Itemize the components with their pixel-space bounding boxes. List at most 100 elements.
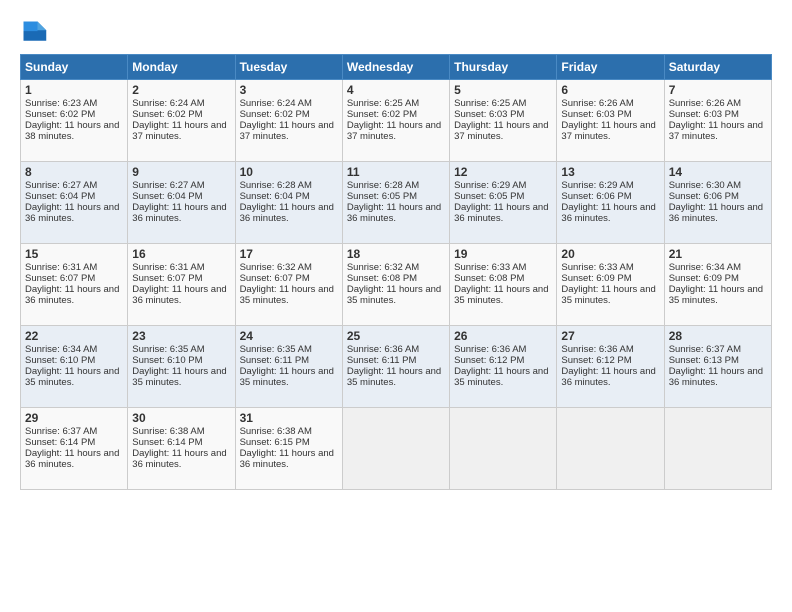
weekday-header-saturday: Saturday <box>664 55 771 80</box>
calendar-cell <box>450 408 557 490</box>
sunset-text: Sunset: 6:12 PM <box>561 355 631 366</box>
calendar-cell: 21Sunrise: 6:34 AMSunset: 6:09 PMDayligh… <box>664 244 771 326</box>
sunset-text: Sunset: 6:02 PM <box>25 109 95 120</box>
calendar-cell: 25Sunrise: 6:36 AMSunset: 6:11 PMDayligh… <box>342 326 449 408</box>
calendar-week-row: 1Sunrise: 6:23 AMSunset: 6:02 PMDaylight… <box>21 80 772 162</box>
sunrise-text: Sunrise: 6:27 AM <box>132 180 204 191</box>
sunset-text: Sunset: 6:06 PM <box>561 191 631 202</box>
sunrise-text: Sunrise: 6:26 AM <box>561 98 633 109</box>
daylight-text: Daylight: 11 hours and 36 minutes. <box>454 202 548 224</box>
calendar-cell: 23Sunrise: 6:35 AMSunset: 6:10 PMDayligh… <box>128 326 235 408</box>
day-number: 31 <box>240 411 338 425</box>
daylight-text: Daylight: 11 hours and 35 minutes. <box>347 366 441 388</box>
sunrise-text: Sunrise: 6:25 AM <box>347 98 419 109</box>
sunset-text: Sunset: 6:11 PM <box>240 355 310 366</box>
calendar-cell: 30Sunrise: 6:38 AMSunset: 6:14 PMDayligh… <box>128 408 235 490</box>
sunrise-text: Sunrise: 6:24 AM <box>240 98 312 109</box>
sunset-text: Sunset: 6:04 PM <box>132 191 202 202</box>
sunset-text: Sunset: 6:06 PM <box>669 191 739 202</box>
sunrise-text: Sunrise: 6:34 AM <box>669 262 741 273</box>
day-number: 3 <box>240 83 338 97</box>
sunrise-text: Sunrise: 6:36 AM <box>347 344 419 355</box>
sunrise-text: Sunrise: 6:29 AM <box>561 180 633 191</box>
calendar-week-row: 22Sunrise: 6:34 AMSunset: 6:10 PMDayligh… <box>21 326 772 408</box>
daylight-text: Daylight: 11 hours and 35 minutes. <box>561 284 655 306</box>
sunrise-text: Sunrise: 6:35 AM <box>240 344 312 355</box>
day-number: 12 <box>454 165 552 179</box>
sunset-text: Sunset: 6:08 PM <box>347 273 417 284</box>
daylight-text: Daylight: 11 hours and 37 minutes. <box>347 120 441 142</box>
daylight-text: Daylight: 11 hours and 36 minutes. <box>25 448 119 470</box>
sunrise-text: Sunrise: 6:37 AM <box>25 426 97 437</box>
day-number: 25 <box>347 329 445 343</box>
sunrise-text: Sunrise: 6:29 AM <box>454 180 526 191</box>
sunrise-text: Sunrise: 6:32 AM <box>240 262 312 273</box>
sunrise-text: Sunrise: 6:27 AM <box>25 180 97 191</box>
daylight-text: Daylight: 11 hours and 35 minutes. <box>132 366 226 388</box>
sunset-text: Sunset: 6:07 PM <box>25 273 95 284</box>
calendar-cell: 15Sunrise: 6:31 AMSunset: 6:07 PMDayligh… <box>21 244 128 326</box>
sunset-text: Sunset: 6:08 PM <box>454 273 524 284</box>
daylight-text: Daylight: 11 hours and 36 minutes. <box>132 284 226 306</box>
sunset-text: Sunset: 6:14 PM <box>25 437 95 448</box>
calendar-cell: 2Sunrise: 6:24 AMSunset: 6:02 PMDaylight… <box>128 80 235 162</box>
header <box>20 18 772 46</box>
calendar-header-row: SundayMondayTuesdayWednesdayThursdayFrid… <box>21 55 772 80</box>
weekday-header-monday: Monday <box>128 55 235 80</box>
day-number: 23 <box>132 329 230 343</box>
sunrise-text: Sunrise: 6:33 AM <box>561 262 633 273</box>
calendar-week-row: 15Sunrise: 6:31 AMSunset: 6:07 PMDayligh… <box>21 244 772 326</box>
calendar-cell: 4Sunrise: 6:25 AMSunset: 6:02 PMDaylight… <box>342 80 449 162</box>
logo <box>20 18 52 46</box>
sunrise-text: Sunrise: 6:31 AM <box>25 262 97 273</box>
daylight-text: Daylight: 11 hours and 36 minutes. <box>669 202 763 224</box>
sunset-text: Sunset: 6:03 PM <box>561 109 631 120</box>
daylight-text: Daylight: 11 hours and 35 minutes. <box>669 284 763 306</box>
day-number: 30 <box>132 411 230 425</box>
sunset-text: Sunset: 6:07 PM <box>240 273 310 284</box>
sunset-text: Sunset: 6:14 PM <box>132 437 202 448</box>
day-number: 24 <box>240 329 338 343</box>
daylight-text: Daylight: 11 hours and 36 minutes. <box>561 202 655 224</box>
daylight-text: Daylight: 11 hours and 36 minutes. <box>561 366 655 388</box>
calendar-cell: 8Sunrise: 6:27 AMSunset: 6:04 PMDaylight… <box>21 162 128 244</box>
day-number: 19 <box>454 247 552 261</box>
daylight-text: Daylight: 11 hours and 37 minutes. <box>240 120 334 142</box>
calendar-cell <box>557 408 664 490</box>
sunrise-text: Sunrise: 6:32 AM <box>347 262 419 273</box>
sunrise-text: Sunrise: 6:36 AM <box>454 344 526 355</box>
calendar-cell: 7Sunrise: 6:26 AMSunset: 6:03 PMDaylight… <box>664 80 771 162</box>
logo-icon <box>20 18 48 46</box>
day-number: 28 <box>669 329 767 343</box>
day-number: 9 <box>132 165 230 179</box>
daylight-text: Daylight: 11 hours and 38 minutes. <box>25 120 119 142</box>
daylight-text: Daylight: 11 hours and 35 minutes. <box>240 284 334 306</box>
day-number: 4 <box>347 83 445 97</box>
sunrise-text: Sunrise: 6:26 AM <box>669 98 741 109</box>
sunrise-text: Sunrise: 6:37 AM <box>669 344 741 355</box>
sunset-text: Sunset: 6:10 PM <box>25 355 95 366</box>
day-number: 8 <box>25 165 123 179</box>
sunrise-text: Sunrise: 6:38 AM <box>240 426 312 437</box>
sunset-text: Sunset: 6:12 PM <box>454 355 524 366</box>
daylight-text: Daylight: 11 hours and 35 minutes. <box>240 366 334 388</box>
day-number: 20 <box>561 247 659 261</box>
day-number: 21 <box>669 247 767 261</box>
sunset-text: Sunset: 6:04 PM <box>240 191 310 202</box>
weekday-header-wednesday: Wednesday <box>342 55 449 80</box>
sunrise-text: Sunrise: 6:23 AM <box>25 98 97 109</box>
sunset-text: Sunset: 6:11 PM <box>347 355 417 366</box>
sunrise-text: Sunrise: 6:31 AM <box>132 262 204 273</box>
calendar-cell: 29Sunrise: 6:37 AMSunset: 6:14 PMDayligh… <box>21 408 128 490</box>
day-number: 17 <box>240 247 338 261</box>
calendar-cell: 28Sunrise: 6:37 AMSunset: 6:13 PMDayligh… <box>664 326 771 408</box>
calendar-cell: 11Sunrise: 6:28 AMSunset: 6:05 PMDayligh… <box>342 162 449 244</box>
daylight-text: Daylight: 11 hours and 37 minutes. <box>669 120 763 142</box>
daylight-text: Daylight: 11 hours and 36 minutes. <box>240 202 334 224</box>
sunrise-text: Sunrise: 6:38 AM <box>132 426 204 437</box>
day-number: 13 <box>561 165 659 179</box>
calendar-cell: 27Sunrise: 6:36 AMSunset: 6:12 PMDayligh… <box>557 326 664 408</box>
calendar-cell: 14Sunrise: 6:30 AMSunset: 6:06 PMDayligh… <box>664 162 771 244</box>
sunset-text: Sunset: 6:02 PM <box>347 109 417 120</box>
calendar-cell: 13Sunrise: 6:29 AMSunset: 6:06 PMDayligh… <box>557 162 664 244</box>
